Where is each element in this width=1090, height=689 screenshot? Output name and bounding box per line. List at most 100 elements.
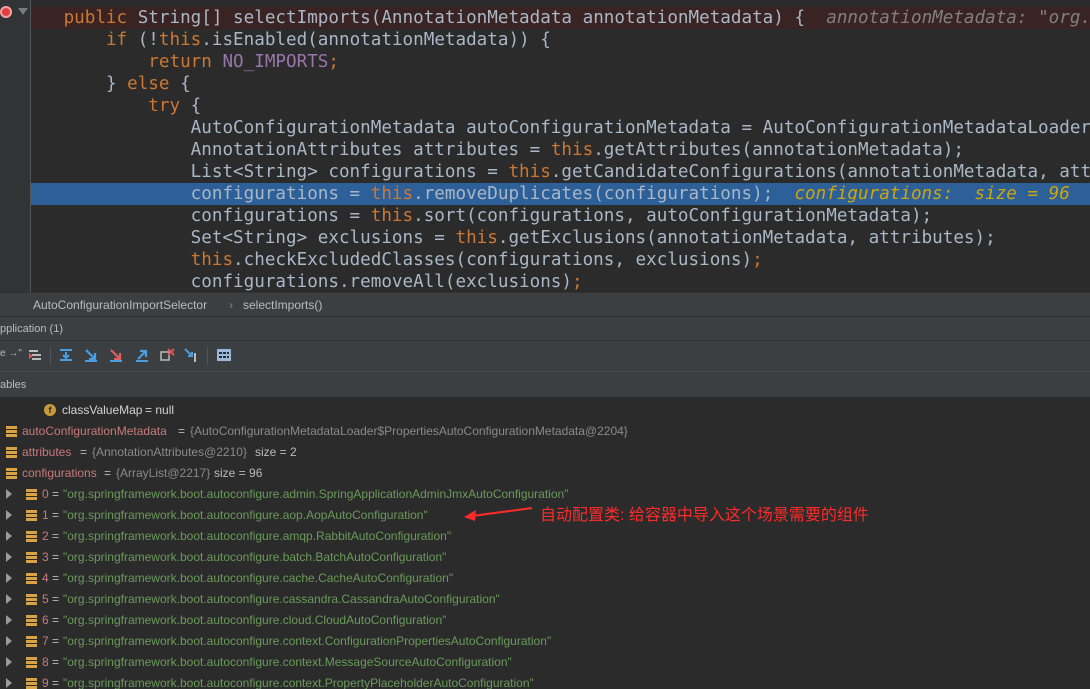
item-index: 8: [42, 655, 49, 669]
run-to-cursor-icon[interactable]: [183, 347, 199, 363]
expand-arrow-icon[interactable]: [6, 531, 12, 541]
code-token: .isEnabled(annotationMetadata)) {: [201, 30, 551, 50]
variable-name: attributes: [22, 445, 72, 459]
code-line[interactable]: configurations = this.sort(configuration…: [0, 205, 1090, 227]
list-item[interactable]: 0 = "org.springframework.boot.autoconfigur…: [0, 484, 1090, 505]
step-out-icon[interactable]: [134, 347, 150, 363]
code-line[interactable]: this.checkExcludedClasses(configurations…: [0, 249, 1090, 271]
code-line[interactable]: List<String> configurations = this.getCa…: [0, 161, 1090, 183]
code-token: this: [370, 206, 414, 226]
toolbar-partial-glyphs: e →": [0, 348, 22, 359]
code-token: this: [370, 184, 414, 204]
variable-value: {AnnotationAttributes@2210}: [92, 445, 247, 459]
annotation-text: 自动配置类: 给容器中导入这个场景需要的组件: [540, 507, 869, 524]
code-token: (!: [137, 30, 159, 50]
code-line[interactable]: } else {: [0, 73, 1090, 95]
expand-arrow-icon[interactable]: [6, 489, 12, 499]
list-item[interactable]: 3 = "org.springframework.boot.autoconfigur…: [0, 547, 1090, 568]
object-icon: [26, 636, 37, 647]
step-over-icon[interactable]: [58, 347, 74, 363]
code-token: .getCandidateConfigurations(annotationMe…: [550, 162, 1090, 182]
expand-arrow-icon[interactable]: [6, 678, 12, 688]
expand-arrow-icon[interactable]: [6, 573, 12, 583]
object-icon: [6, 426, 17, 437]
code-token: if: [105, 30, 138, 50]
object-icon: [26, 657, 37, 668]
list-item[interactable]: 2 = "org.springframework.boot.autoconfigur…: [0, 526, 1090, 547]
variable-name: configurations: [22, 466, 97, 480]
variable-value: {AutoConfigurationMetadataLoader$Propert…: [190, 424, 628, 438]
variable-value: {ArrayList@2217}: [116, 466, 211, 480]
inline-debug-value: configurations: size = 96: [794, 184, 1070, 204]
code-token: ;: [752, 250, 763, 270]
equals-sign: =: [52, 634, 60, 648]
equals-sign: =: [52, 676, 60, 689]
item-index: 4: [42, 571, 49, 585]
debug-tab-header[interactable]: pplication (1): [0, 316, 1090, 341]
item-value: "org.springframework.boot.autoconfigure.…: [63, 655, 512, 669]
expand-arrow-icon[interactable]: [6, 615, 12, 625]
show-execution-point-icon[interactable]: [28, 347, 44, 363]
equals-sign: =: [52, 487, 60, 501]
list-item[interactable]: 6 = "org.springframework.boot.autoconfigur…: [0, 610, 1090, 631]
code-token: AnnotationAttributes attributes =: [190, 140, 551, 160]
code-token: public: [63, 8, 138, 28]
variable-row[interactable]: configurations = {ArrayList@2217} size =…: [0, 463, 1090, 484]
code-token: this: [455, 228, 498, 248]
expand-arrow-icon[interactable]: [6, 552, 12, 562]
variable-row[interactable]: autoConfigurationMetadata = {AutoConfigu…: [0, 421, 1090, 442]
code-token: this: [190, 250, 234, 270]
code-line[interactable]: AnnotationAttributes attributes = this.g…: [0, 139, 1090, 161]
code-token: Set<String> exclusions =: [190, 228, 456, 248]
variable-row[interactable]: f classValueMap = null: [0, 400, 1090, 421]
code-line[interactable]: public String[] selectImports(Annotation…: [0, 7, 1090, 29]
variables-panel[interactable]: f classValueMap = null autoConfiguration…: [0, 397, 1090, 689]
code-line[interactable]: configurations.removeAll(exclusions);: [0, 271, 1090, 292]
code-editor[interactable]: public String[] selectImports(Annotation…: [0, 0, 1090, 292]
variable-row[interactable]: attributes = {AnnotationAttributes@2210}…: [0, 442, 1090, 463]
equals-sign: =: [52, 613, 60, 627]
expand-arrow-icon[interactable]: [6, 657, 12, 667]
force-step-into-icon[interactable]: [108, 347, 124, 363]
object-icon: [26, 573, 37, 584]
code-line[interactable]: return NO_IMPORTS;: [0, 51, 1090, 73]
expand-arrow-icon[interactable]: [6, 510, 12, 520]
variable-name: autoConfigurationMetadata: [22, 424, 167, 438]
list-item[interactable]: 4 = "org.springframework.boot.autoconfigur…: [0, 568, 1090, 589]
code-line[interactable]: try {: [0, 95, 1090, 117]
code-line[interactable]: AutoConfigurationMetadata autoConfigurat…: [0, 117, 1090, 139]
expand-arrow-icon[interactable]: [6, 594, 12, 604]
item-index: 6: [42, 613, 49, 627]
code-token: configurations =: [190, 184, 371, 204]
code-token: .checkExcludedClasses(configurations, ex…: [233, 250, 753, 270]
list-item[interactable]: 9 = "org.springframework.boot.autoconfigur…: [0, 673, 1090, 689]
object-icon: [6, 447, 17, 458]
drop-frame-icon[interactable]: [159, 347, 175, 363]
list-item[interactable]: 5 = "org.springframework.boot.autoconfigur…: [0, 589, 1090, 610]
item-index: 0: [42, 487, 49, 501]
code-line[interactable]: Set<String> exclusions = this.getExclusi…: [0, 227, 1090, 249]
code-token: AutoConfigurationMetadata autoConfigurat…: [190, 118, 1090, 138]
item-value: "org.springframework.boot.autoconfigure.…: [63, 613, 447, 627]
code-token: {: [190, 96, 202, 116]
item-index: 5: [42, 592, 49, 606]
red-arrow: [464, 507, 533, 521]
step-into-icon[interactable]: [83, 347, 99, 363]
expand-arrow-icon[interactable]: [6, 636, 12, 646]
list-item[interactable]: 8 = "org.springframework.boot.autoconfigur…: [0, 652, 1090, 673]
debug-session-tab[interactable]: pplication (1): [0, 317, 63, 341]
code-token: this: [508, 162, 551, 182]
code-line[interactable]: if (!this.isEnabled(annotationMetadata))…: [0, 29, 1090, 51]
evaluate-icon[interactable]: [216, 347, 232, 363]
list-item[interactable]: 7 = "org.springframework.boot.autoconfigur…: [0, 631, 1090, 652]
breadcrumb-method[interactable]: selectImports(): [243, 293, 322, 317]
breadcrumb-class[interactable]: AutoConfigurationImportSelector: [33, 293, 207, 317]
item-value: "org.springframework.boot.autoconfigure.…: [63, 550, 447, 564]
code-token: this: [550, 140, 594, 160]
code-token: {: [180, 74, 191, 94]
code-line[interactable]: configurations = this.removeDuplicates(c…: [0, 183, 1090, 205]
